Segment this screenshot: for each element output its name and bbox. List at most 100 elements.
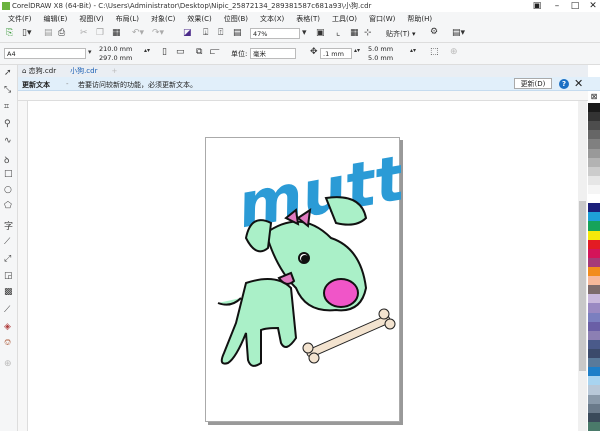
smart-fill-icon[interactable]: ⎊ <box>4 338 11 348</box>
color-swatch[interactable] <box>588 266 600 277</box>
save-icon[interactable]: ▤ <box>44 28 53 38</box>
dog-artwork[interactable]: mutt <box>206 138 413 423</box>
undo-icon[interactable]: ↶▾ <box>132 28 144 38</box>
color-swatch[interactable] <box>588 285 600 295</box>
color-swatch[interactable] <box>588 212 600 222</box>
horizontal-ruler[interactable] <box>18 91 588 101</box>
color-swatch[interactable] <box>588 367 600 377</box>
color-swatch[interactable] <box>588 130 600 140</box>
grid-icon[interactable]: ▦ <box>350 28 359 38</box>
size-stepper[interactable]: ▴▾ <box>144 47 150 54</box>
polygon-tool-icon[interactable]: ⬠ <box>4 201 12 211</box>
color-swatch[interactable] <box>588 248 600 258</box>
options-gear-icon[interactable]: ⚙ <box>430 27 438 37</box>
open-icon[interactable]: ▯▾ <box>22 28 31 38</box>
zoom-level-field[interactable]: 47% <box>250 28 300 39</box>
bleed-icon[interactable]: ⬚ <box>430 47 439 57</box>
close-notice-icon[interactable]: ✕ <box>574 77 583 90</box>
color-swatch[interactable] <box>588 139 600 149</box>
snap-to-dropdown[interactable]: 贴齐(T) ▾ <box>386 29 416 39</box>
menu-effects[interactable]: 效果(C) <box>187 14 211 24</box>
nudge-stepper[interactable]: ▴▾ <box>354 47 360 54</box>
new-icon[interactable]: ⎘ <box>6 28 13 38</box>
color-swatch[interactable] <box>588 239 600 249</box>
interactive-fill-icon[interactable]: ◈ <box>4 322 11 332</box>
all-pages-icon[interactable]: ⧉ <box>196 47 202 57</box>
add-tab-icon[interactable]: + <box>111 67 117 75</box>
color-swatch[interactable] <box>588 257 600 267</box>
color-swatch[interactable] <box>588 103 600 113</box>
shape-tool-icon[interactable]: ⤡ <box>4 85 11 95</box>
color-swatch[interactable] <box>588 121 600 131</box>
text-tool-icon[interactable]: 字 <box>4 219 13 232</box>
artistic-media-icon[interactable]: ꝺ <box>4 153 9 166</box>
menu-window[interactable]: 窗口(W) <box>369 14 395 24</box>
connector-tool-icon[interactable]: ⤢ <box>4 254 11 264</box>
menu-tools[interactable]: 工具(O) <box>332 14 357 24</box>
color-swatch[interactable] <box>588 194 600 204</box>
eyedropper-icon[interactable]: ⟋ <box>4 305 10 315</box>
portrait-icon[interactable]: ▯ <box>162 47 167 57</box>
landscape-icon[interactable]: ▭ <box>176 47 185 57</box>
color-swatch[interactable] <box>588 403 600 413</box>
color-swatch[interactable] <box>588 321 600 331</box>
full-screen-icon[interactable]: ▣ <box>316 28 325 38</box>
menu-view[interactable]: 视图(V) <box>79 14 103 24</box>
parallel-dimension-icon[interactable]: ⟋ <box>4 237 10 247</box>
add-frame-icon[interactable]: ⊕ <box>450 47 458 57</box>
color-swatch[interactable] <box>588 230 600 240</box>
units-select[interactable]: 毫米 <box>250 48 296 59</box>
menu-table[interactable]: 表格(T) <box>296 14 320 24</box>
account-icon[interactable]: ▣ <box>528 0 546 12</box>
color-swatch[interactable] <box>588 166 600 176</box>
color-swatch[interactable] <box>588 421 600 431</box>
publish-pdf-icon[interactable]: ▤ <box>233 28 242 38</box>
drop-shadow-icon[interactable]: ◲ <box>4 271 13 281</box>
export-icon[interactable]: ⍐ <box>218 28 223 38</box>
application-launcher-icon[interactable]: ▤▾ <box>452 28 465 38</box>
paste-icon[interactable]: ▦ <box>112 28 121 38</box>
vertical-scrollbar[interactable] <box>578 101 587 431</box>
rectangle-tool-icon[interactable]: □ <box>4 169 13 179</box>
current-page-icon[interactable]: ⫍ <box>210 47 220 57</box>
add-tool-icon[interactable]: ⊕ <box>4 359 12 369</box>
minimize-button[interactable]: – <box>548 0 566 12</box>
menu-file[interactable]: 文件(F) <box>8 14 32 24</box>
page-size-dropdown-icon[interactable]: ▾ <box>88 48 92 56</box>
color-swatch[interactable] <box>588 339 600 349</box>
color-swatch[interactable] <box>588 148 600 158</box>
vertical-ruler[interactable] <box>18 101 28 431</box>
page-height-field[interactable]: 297.0 mm <box>97 53 141 64</box>
print-icon[interactable]: ⎙ <box>58 28 65 38</box>
color-swatch[interactable] <box>588 312 600 322</box>
color-swatch[interactable] <box>588 330 600 340</box>
menu-bitmaps[interactable]: 位图(B) <box>224 14 248 24</box>
scrollbar-thumb[interactable] <box>579 201 586 371</box>
color-swatch[interactable] <box>588 221 600 231</box>
copy-icon[interactable]: ❐ <box>96 28 104 38</box>
no-color-swatch[interactable]: ⊠ <box>588 92 600 102</box>
color-swatch[interactable] <box>588 157 600 167</box>
color-swatch[interactable] <box>588 175 600 185</box>
nudge-field[interactable]: .1 mm <box>320 48 352 59</box>
duplicate-y-field[interactable]: 5.0 mm <box>366 53 406 64</box>
help-icon[interactable]: ? <box>559 79 569 89</box>
menu-help[interactable]: 帮助(H) <box>407 14 432 24</box>
update-button[interactable]: 更新(D) <box>514 78 552 89</box>
color-swatch[interactable] <box>588 358 600 368</box>
import-icon[interactable]: ⍗ <box>203 28 208 38</box>
menu-layout[interactable]: 布局(L) <box>116 14 139 24</box>
menu-text[interactable]: 文本(X) <box>260 14 284 24</box>
color-swatch[interactable] <box>588 203 600 213</box>
color-swatch[interactable] <box>588 348 600 359</box>
tab-lian-gou[interactable]: ⌂ 恋狗.cdr <box>22 66 56 76</box>
pick-tool-icon[interactable]: ➚ <box>4 68 12 78</box>
freehand-tool-icon[interactable]: ∿ <box>4 136 12 146</box>
cut-icon[interactable]: ✂ <box>80 28 88 38</box>
color-swatch[interactable] <box>588 394 600 404</box>
document-page[interactable]: mutt <box>205 137 413 423</box>
crop-tool-icon[interactable]: ⌗ <box>4 102 9 112</box>
page-size-select[interactable]: A4 <box>4 48 86 59</box>
zoom-dropdown-icon[interactable]: ▾ <box>302 28 307 38</box>
color-swatch[interactable] <box>588 112 600 122</box>
